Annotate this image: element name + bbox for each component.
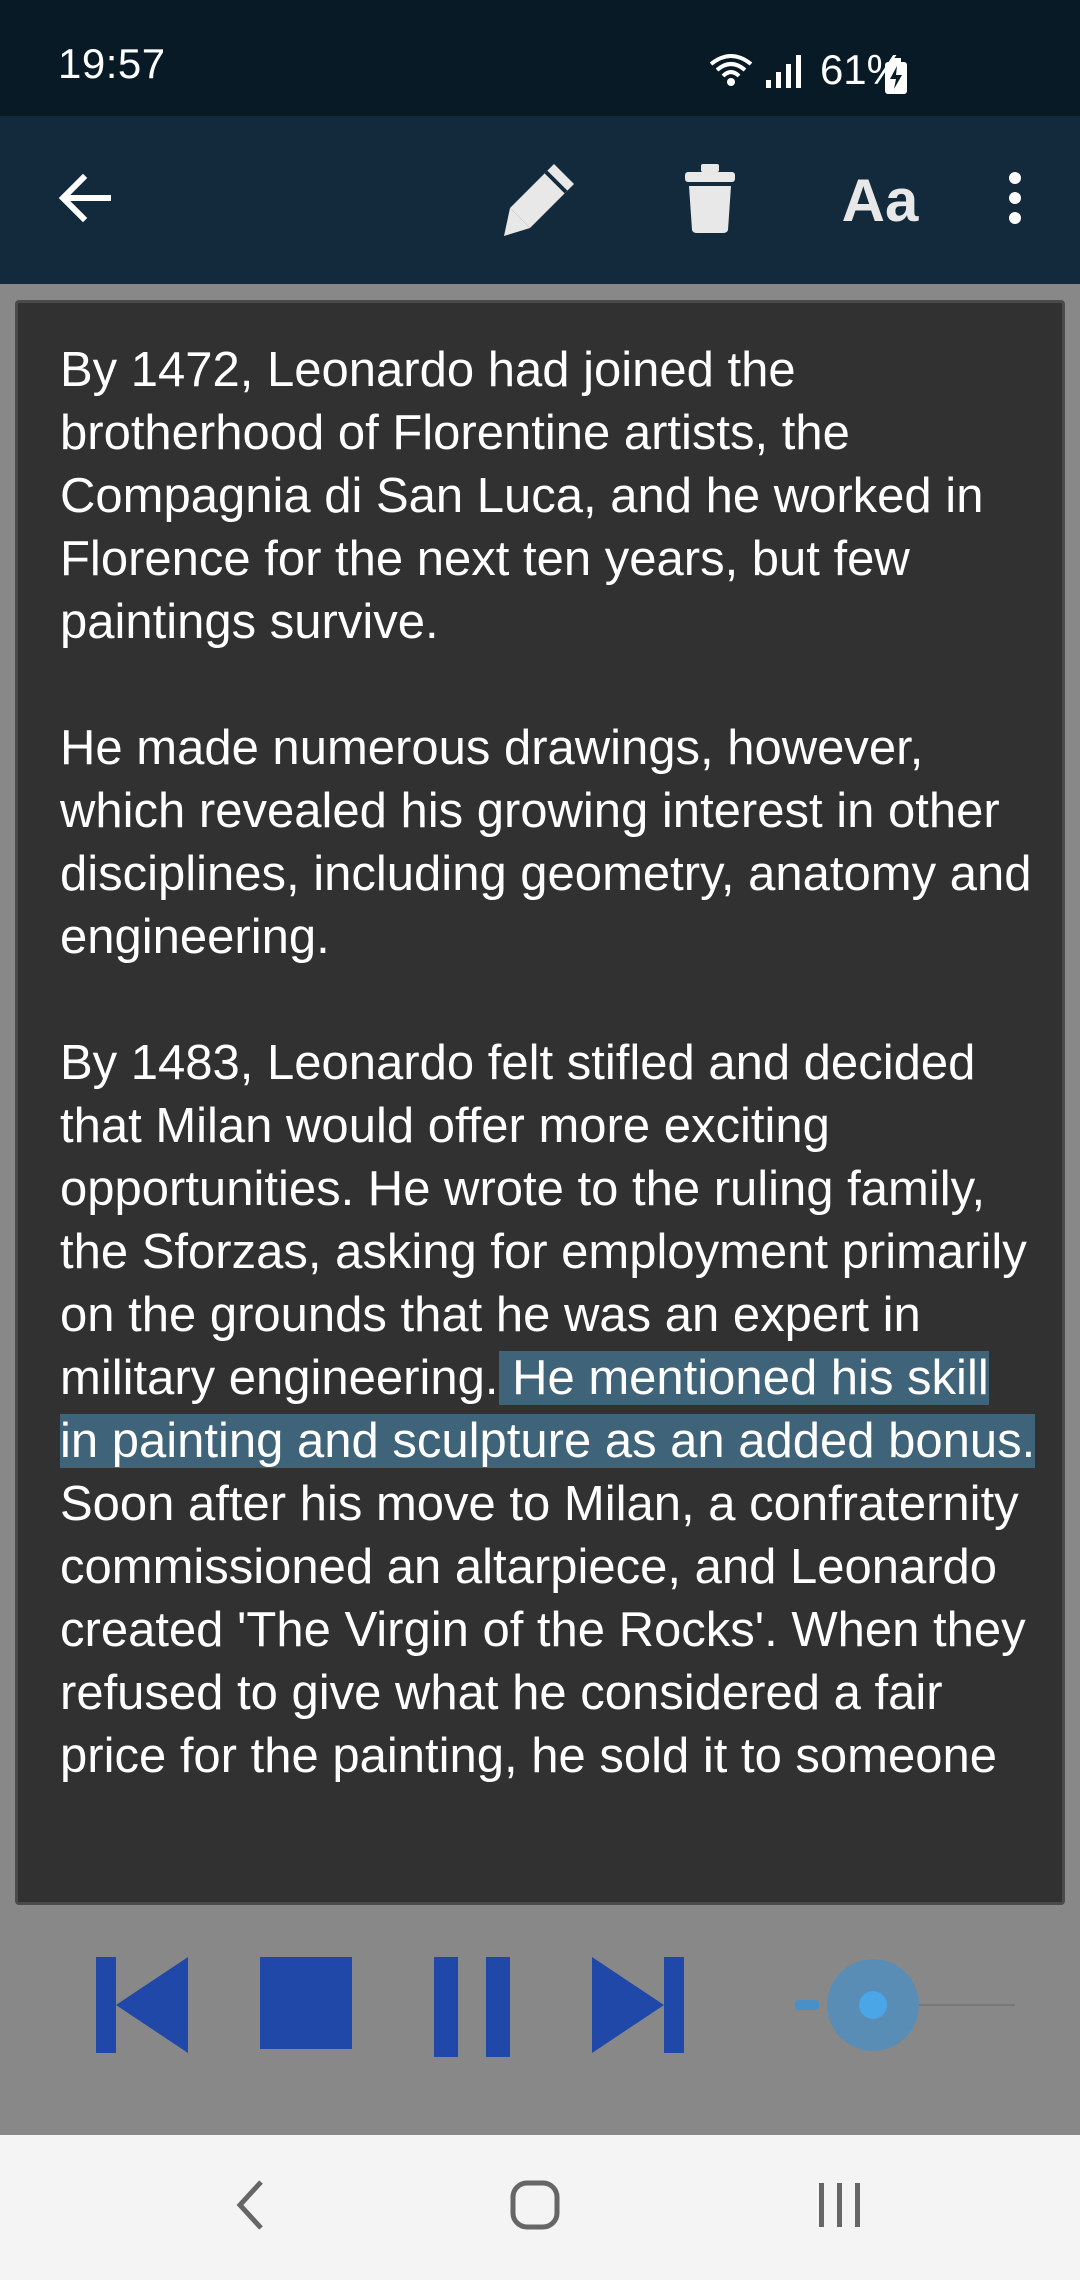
edit-button[interactable] (490, 116, 590, 284)
slider-min-marker (795, 2000, 819, 2010)
stop-icon (258, 1955, 354, 2051)
paragraph-text: Soon after his move to Milan, a confrate… (60, 1477, 1026, 1783)
delete-button[interactable] (660, 116, 760, 284)
skip-previous-icon (96, 1955, 188, 2055)
font-size-button[interactable]: Aa (820, 116, 940, 284)
signal-icon (764, 52, 804, 88)
nav-back-button[interactable] (190, 2135, 310, 2280)
paragraph: By 1483, Leonardo felt stifled and decid… (60, 1032, 1040, 1788)
nav-home-icon (510, 2180, 560, 2235)
slider-track (915, 2004, 1015, 2006)
nav-home-button[interactable] (475, 2135, 595, 2280)
status-time: 19:57 (58, 40, 166, 87)
status-bar: 19:57 61% (0, 0, 1080, 116)
previous-button[interactable] (96, 1955, 188, 2055)
status-icons: 61% (708, 40, 904, 100)
paragraph-text: By 1483, Leonardo felt stifled and decid… (60, 1036, 1027, 1405)
paragraph: By 1472, Leonardo had joined the brother… (60, 343, 984, 649)
pencil-icon (500, 158, 580, 243)
speed-slider[interactable] (795, 1945, 1020, 2065)
reading-text: By 1472, Leonardo had joined the brother… (60, 339, 1040, 1851)
pause-icon (432, 1955, 512, 2059)
back-button[interactable] (30, 116, 140, 284)
paragraph: He made numerous drawings, however, whic… (60, 721, 1032, 964)
app-bar: Aa (0, 116, 1080, 284)
nav-back-icon (235, 2179, 265, 2236)
slider-thumb-center (859, 1991, 887, 2019)
battery-charging-icon (884, 58, 908, 99)
wifi-icon (708, 52, 754, 88)
nav-recent-apps-button[interactable] (780, 2135, 900, 2280)
playback-controls (0, 1905, 1080, 2135)
stop-button[interactable] (258, 1955, 354, 2051)
system-nav-bar (0, 2135, 1080, 2280)
nav-recent-apps-icon (817, 2181, 863, 2234)
pause-button[interactable] (432, 1955, 512, 2059)
skip-next-icon (592, 1955, 684, 2055)
next-button[interactable] (592, 1955, 684, 2055)
more-vertical-icon (1007, 171, 1023, 229)
arrow-left-icon (57, 173, 113, 227)
more-options-button[interactable] (990, 116, 1040, 284)
trash-icon (683, 162, 737, 239)
reading-panel[interactable]: By 1472, Leonardo had joined the brother… (15, 300, 1065, 1905)
font-size-label: Aa (841, 166, 919, 234)
slider-thumb[interactable] (827, 1959, 919, 2051)
